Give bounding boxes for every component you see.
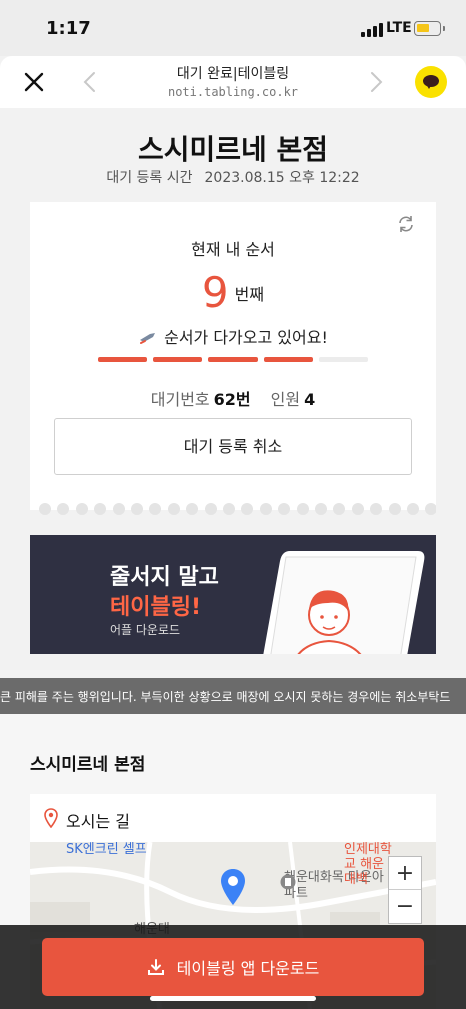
cancel-waiting-button[interactable]: 대기 등록 취소	[54, 418, 412, 475]
ticket-edge-dot	[39, 503, 51, 515]
ticket-edge-dot	[149, 503, 162, 515]
phone-illustration	[263, 551, 425, 654]
progress-segment	[98, 357, 148, 362]
location-pin-icon	[44, 808, 58, 828]
card-ticket-edge	[30, 503, 436, 517]
wait-number-value: 62번	[213, 390, 251, 409]
notice-ticker: 큰 피해를 주는 행위입니다. 부득이한 상황으로 매장에 오시지 못하는 경우…	[0, 678, 466, 714]
ticket-edge-dot	[296, 503, 309, 515]
close-icon[interactable]	[20, 68, 48, 96]
directions-header: 오시는 길	[30, 794, 436, 842]
wait-info: 대기번호 62번 인원 4	[30, 386, 436, 410]
ticket-edge-dot	[75, 503, 88, 515]
banner-line-2: 테이블링!	[110, 595, 201, 620]
progress-segment	[153, 357, 203, 362]
ticket-edge-dot	[167, 503, 180, 515]
ticket-edge-dot	[370, 503, 383, 515]
ticket-edge-dot	[388, 503, 401, 515]
registration-time: 2023.08.15 오후 12:22	[204, 170, 360, 186]
ticket-edge-dot	[112, 503, 125, 515]
building-icon	[280, 874, 296, 890]
ticket-edge-dot	[94, 503, 107, 515]
ticket-edge-dot	[351, 503, 364, 515]
progress-segment	[263, 357, 313, 362]
ticket-edge-dot	[407, 503, 419, 515]
map-zoom-control: + −	[388, 856, 422, 924]
ticket-edge-dot	[186, 503, 199, 515]
order-label: 현재 내 순서	[191, 240, 275, 259]
webview-header: 대기 완료|테이블링 noti.tabling.co.kr	[0, 56, 466, 108]
chevron-left-icon[interactable]	[78, 69, 102, 95]
directions-label: 오시는 길	[66, 812, 130, 831]
refresh-icon[interactable]	[396, 214, 416, 234]
party-size-value: 4	[304, 390, 316, 409]
order-unit: 번째	[234, 284, 265, 304]
zoom-out-button[interactable]: −	[389, 890, 421, 923]
banner-line-1: 줄서지 말고	[110, 565, 219, 590]
ticket-edge-dot	[315, 503, 327, 515]
section-store-name: 스시미르네 본점	[30, 755, 146, 775]
queue-message-text: 순서가 다가오고 있어요!	[164, 328, 328, 347]
ticket-edge-dot	[241, 503, 254, 515]
wait-number-label: 대기번호	[150, 390, 210, 409]
ticket-edge-dot	[57, 503, 70, 515]
app-promo-banner[interactable]: 줄서지 말고 테이블링! 어플 다운로드	[30, 535, 436, 654]
store-title: 스시미르네 본점	[137, 133, 329, 166]
map-label-hospital: 인제대학교 해운대백	[344, 842, 392, 887]
banner-line-3: 어플 다운로드	[110, 623, 181, 637]
queue-message: 순서가 다가오고 있어요!	[30, 324, 436, 348]
status-bar: 1:17 LTE	[0, 0, 466, 56]
party-size-label: 인원	[270, 390, 301, 409]
webview-url: noti.tabling.co.kr	[167, 85, 299, 99]
rocket-icon	[140, 333, 156, 344]
ticket-edge-dot	[333, 503, 346, 515]
registration-label: 대기 등록 시간	[106, 170, 193, 186]
chevron-right-icon[interactable]	[364, 69, 388, 95]
ticket-edge-dot	[425, 503, 436, 515]
progress-segment	[208, 357, 258, 362]
map-label-sk-self: SK엔크린 셀프	[66, 842, 147, 857]
ticket-edge-dot	[204, 503, 217, 515]
order-position: 9 번째	[30, 268, 436, 317]
queue-card: 현재 내 순서 9 번째 순서가 다가오고 있어요! 대기번호 62번 인원 4 대기 …	[30, 202, 436, 510]
signal-icon	[361, 23, 383, 37]
registration-info: 대기 등록 시간 2023.08.15 오후 12:22	[0, 167, 466, 187]
battery-icon	[414, 21, 445, 36]
queue-progress-bar	[98, 357, 369, 362]
kakaotalk-icon[interactable]	[415, 66, 447, 98]
notice-text: 큰 피해를 주는 행위입니다. 부득이한 상황으로 매장에 오시지 못하는 경우…	[0, 690, 451, 704]
download-icon	[147, 959, 164, 975]
zoom-in-button[interactable]: +	[389, 857, 421, 890]
ticket-edge-dot	[131, 503, 143, 515]
map-marker-icon	[221, 869, 245, 905]
network-type: LTE	[386, 20, 412, 36]
order-number: 9	[201, 268, 229, 317]
status-time: 1:17	[46, 18, 91, 39]
app-download-label: 테이블링 앱 다운로드	[176, 959, 320, 978]
home-indicator	[150, 996, 316, 1001]
ticket-edge-dot	[223, 503, 235, 515]
ticket-edge-dot	[278, 503, 291, 515]
webview-title: 대기 완료|테이블링	[176, 66, 290, 82]
progress-segment	[318, 357, 369, 362]
ticket-edge-dot	[259, 503, 272, 515]
app-download-button[interactable]: 테이블링 앱 다운로드	[42, 938, 424, 996]
